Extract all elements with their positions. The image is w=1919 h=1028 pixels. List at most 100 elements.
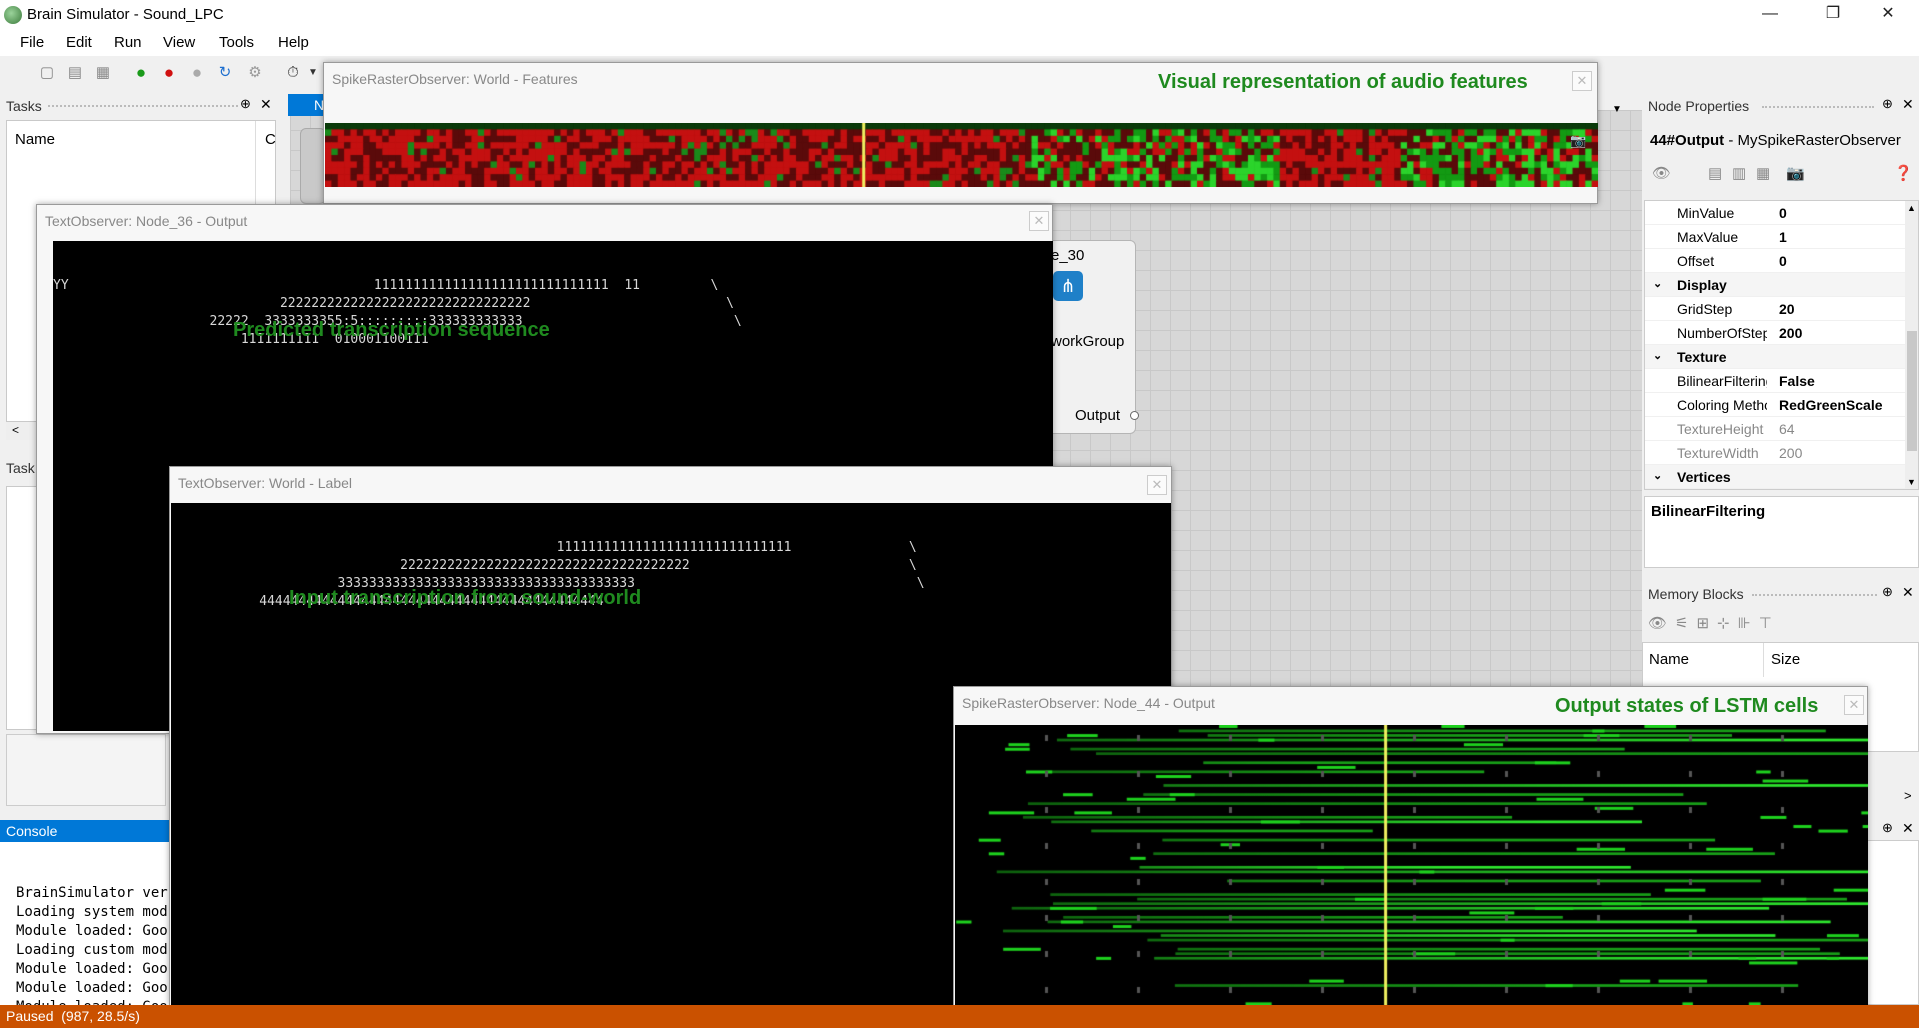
console-line: Module loaded: Goo [16, 923, 168, 939]
tasks2-footer [6, 734, 166, 806]
lstm-raster-canvas [955, 725, 1868, 1016]
property-scrollbar[interactable]: ▲ ▼ [1905, 201, 1918, 489]
node-properties-pane: Node Properties ⊕ ✕ 44#Output - MySpikeR… [1642, 94, 1919, 576]
property-row[interactable]: TextureHeight 64 [1645, 417, 1907, 441]
memory-blocks-title: Memory Blocks [1648, 586, 1744, 602]
chevron-down-icon[interactable]: ⌄ [1653, 277, 1662, 290]
debug-icon[interactable]: ⚙ [246, 64, 264, 82]
property-name: Texture [1677, 349, 1727, 365]
menu-help[interactable]: Help [278, 34, 309, 51]
pin-icon[interactable]: ⊕ [240, 96, 251, 112]
output-port[interactable] [1130, 411, 1139, 420]
node44-observer-title: SpikeRasterObserver: Node_44 - Output [962, 695, 1215, 711]
menu-bar: File Edit Run View Tools Help [0, 30, 1919, 56]
chevron-down-icon[interactable]: ⌄ [1653, 469, 1662, 482]
status-text: Paused (987, 28.5/s) [6, 1008, 140, 1024]
scroll-right-icon[interactable]: > [1904, 788, 1912, 803]
property-value[interactable]: 0 [1779, 253, 1907, 269]
help-icon[interactable]: ❓ [1894, 164, 1913, 182]
console-tab[interactable]: Console [0, 820, 170, 842]
property-grid: MinValue 0 MaxValue 1 Offset 0 ⌄ Display GridSte… [1644, 200, 1919, 490]
close-icon[interactable]: ✕ [1029, 211, 1049, 231]
features-observer-window[interactable]: SpikeRasterObserver: World - Features Vi… [323, 62, 1598, 204]
property-row[interactable]: NumberOfSteps 200 [1645, 321, 1907, 345]
property-row[interactable]: TextureWidth 200 [1645, 441, 1907, 465]
property-row[interactable]: Coloring Method RedGreenScale [1645, 393, 1907, 417]
property-value[interactable]: 0 [1779, 205, 1907, 221]
pause-icon[interactable]: ● [188, 64, 206, 82]
column-name[interactable]: Name [15, 131, 55, 148]
console-line: Loading system mod [16, 904, 168, 920]
close-icon[interactable]: ✕ [1902, 96, 1914, 113]
console-line: Module loaded: Goo [16, 980, 168, 996]
menu-tools[interactable]: Tools [219, 34, 254, 51]
categorize-icon[interactable]: ▥ [1732, 164, 1746, 182]
memory-toolbar[interactable]: 👁⚟⊞⊹⊪⊤ [1648, 614, 1780, 632]
property-row[interactable]: MinValue 0 [1645, 201, 1907, 225]
stop-icon[interactable]: ● [160, 64, 178, 82]
chevron-down-icon[interactable]: ▼ [304, 64, 322, 82]
property-name: TextureHeight [1677, 421, 1764, 437]
property-row[interactable]: MaxValue 1 [1645, 225, 1907, 249]
raster-camera-icon[interactable]: 📷 [1570, 133, 1586, 149]
close-icon[interactable]: ✕ [1902, 584, 1914, 601]
tab-network[interactable]: N [288, 94, 324, 116]
sort-icon[interactable]: ▤ [1708, 164, 1722, 182]
node-properties-title: Node Properties [1648, 98, 1750, 114]
scroll-left-icon[interactable]: < [12, 423, 19, 437]
pin-icon[interactable]: ⊕ [1882, 820, 1893, 836]
save-project-icon[interactable]: ▦ [94, 64, 112, 82]
list-icon[interactable]: ▦ [1756, 164, 1770, 182]
restore-button[interactable]: ❐ [1810, 0, 1856, 30]
column-size[interactable]: Size [1771, 651, 1800, 668]
property-value[interactable]: 20 [1779, 301, 1907, 317]
new-project-icon[interactable]: ▢ [38, 64, 56, 82]
property-value[interactable]: 64 [1779, 421, 1907, 437]
column-c[interactable]: C [265, 131, 276, 148]
open-project-icon[interactable]: ▤ [66, 64, 84, 82]
property-value[interactable]: 200 [1779, 325, 1907, 341]
close-icon[interactable]: ✕ [260, 96, 272, 113]
property-row[interactable]: GridStep 20 [1645, 297, 1907, 321]
pin-icon[interactable]: ⊕ [1882, 96, 1893, 112]
property-category[interactable]: ⌄ Vertices [1645, 465, 1907, 489]
terminal-line: 111111111111111111111111111111 \ [181, 540, 917, 555]
step-over-icon[interactable]: ↻ [216, 64, 234, 82]
label-observer-title: TextObserver: World - Label [178, 475, 353, 491]
menu-edit[interactable]: Edit [66, 34, 92, 51]
minimize-button[interactable]: — [1747, 0, 1793, 30]
selected-node: 44#Output - MySpikeRasterObserver [1650, 132, 1901, 149]
property-category[interactable]: ⌄ Texture [1645, 345, 1907, 369]
chevron-down-icon[interactable]: ⌄ [1653, 349, 1662, 362]
property-value[interactable]: 200 [1779, 445, 1907, 461]
column-name[interactable]: Name [1649, 651, 1689, 668]
timer-icon[interactable]: ⏱ [284, 64, 302, 82]
property-value[interactable]: 1 [1779, 229, 1907, 245]
menu-run[interactable]: Run [114, 34, 142, 51]
camera-icon[interactable]: 📷 [1786, 164, 1805, 182]
scroll-down-icon[interactable]: ▼ [1907, 477, 1916, 487]
property-row[interactable]: Offset 0 [1645, 249, 1907, 273]
scroll-up-icon[interactable]: ▲ [1907, 203, 1916, 213]
close-icon[interactable]: ✕ [1572, 71, 1592, 91]
pin-icon[interactable]: ⊕ [1882, 584, 1893, 600]
property-name: NumberOfSteps [1677, 325, 1767, 341]
close-icon[interactable]: ✕ [1844, 695, 1864, 715]
property-row[interactable]: BilinearFiltering False [1645, 369, 1907, 393]
property-value[interactable]: False [1779, 373, 1907, 389]
tasks-pane-header: Tasks ⊕ ✕ [0, 96, 282, 116]
run-icon[interactable]: ● [132, 64, 150, 82]
main-toolbar: ▢ ▤ ▦ ● ● ● ↻ ⚙ ⏱ ▼ [0, 56, 330, 92]
menu-file[interactable]: File [20, 34, 44, 51]
close-icon[interactable]: ✕ [1902, 820, 1914, 837]
close-window-button[interactable]: ✕ [1865, 0, 1911, 30]
features-observer-title: SpikeRasterObserver: World - Features [332, 71, 578, 87]
property-category[interactable]: ⌄ Display [1645, 273, 1907, 297]
canvas-dropdown-icon[interactable]: ▼ [1612, 104, 1622, 115]
view-icon[interactable]: 👁 [1652, 164, 1671, 182]
menu-view[interactable]: View [163, 34, 195, 51]
close-icon[interactable]: ✕ [1147, 475, 1167, 495]
node44-observer-window[interactable]: SpikeRasterObserver: Node_44 - Output Ou… [953, 686, 1868, 1016]
terminal-line: YY 111111111111111111111111111111 11 \ [53, 278, 719, 293]
property-value[interactable]: RedGreenScale [1779, 397, 1907, 413]
